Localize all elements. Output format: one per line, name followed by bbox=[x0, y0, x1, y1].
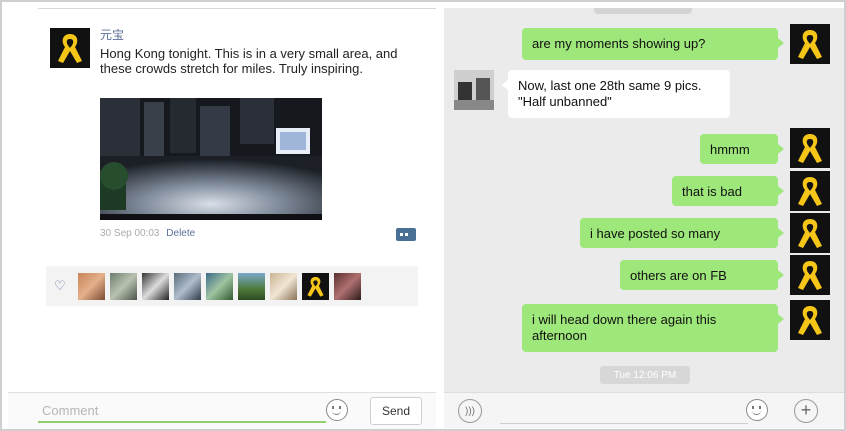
yellow-ribbon-icon bbox=[302, 273, 329, 300]
delete-link[interactable]: Delete bbox=[166, 228, 195, 239]
post-text: Hong Kong tonight. This is in a very sma… bbox=[100, 46, 398, 76]
message-bubble-7[interactable]: i will head down there again this aftern… bbox=[522, 304, 784, 352]
like-avatar-6[interactable] bbox=[238, 273, 265, 300]
heart-icon: ♡ bbox=[54, 278, 66, 293]
yellow-ribbon-icon bbox=[50, 28, 90, 68]
timestamp-stub bbox=[594, 8, 692, 14]
likes-bar: ♡ bbox=[46, 266, 418, 306]
divider bbox=[38, 8, 436, 9]
like-avatar-8[interactable] bbox=[302, 273, 329, 300]
message-input[interactable] bbox=[500, 399, 748, 424]
comment-icon[interactable] bbox=[396, 228, 416, 241]
yellow-ribbon-icon bbox=[790, 128, 830, 168]
post-photo[interactable] bbox=[100, 98, 322, 220]
yellow-ribbon-icon bbox=[790, 255, 830, 295]
post-time: 30 Sep 00:03 bbox=[100, 228, 160, 239]
emoji-icon[interactable] bbox=[746, 399, 768, 421]
plus-icon[interactable]: + bbox=[794, 399, 818, 423]
comment-bar: Send bbox=[8, 392, 436, 429]
like-avatar-7[interactable] bbox=[270, 273, 297, 300]
moments-panel: 元宝 Hong Kong tonight. This is in a very … bbox=[8, 8, 436, 429]
my-avatar[interactable] bbox=[790, 171, 830, 211]
yellow-ribbon-icon bbox=[790, 171, 830, 211]
comment-input[interactable] bbox=[38, 399, 326, 423]
my-avatar[interactable] bbox=[790, 128, 830, 168]
chat-timestamp: Tue 12:06 PM bbox=[600, 366, 690, 384]
message-bubble-1[interactable]: are my moments showing up? bbox=[522, 28, 784, 60]
message-bubble-3[interactable]: hmmm bbox=[700, 134, 784, 164]
crowd-night-photo bbox=[100, 98, 322, 220]
send-button[interactable]: Send bbox=[370, 397, 422, 425]
yellow-ribbon-icon bbox=[790, 300, 830, 340]
my-avatar[interactable] bbox=[790, 300, 830, 340]
message-bubble-4[interactable]: that is bad bbox=[672, 176, 784, 206]
post-author-avatar[interactable] bbox=[50, 28, 90, 68]
like-avatar-4[interactable] bbox=[174, 273, 201, 300]
friend-avatar[interactable] bbox=[454, 70, 494, 110]
like-avatar-5[interactable] bbox=[206, 273, 233, 300]
message-bubble-2[interactable]: Now, last one 28th same 9 pics. "Half un… bbox=[502, 70, 730, 118]
message-bubble-5[interactable]: i have posted so many bbox=[580, 218, 784, 248]
like-avatar-2[interactable] bbox=[110, 273, 137, 300]
voice-icon[interactable]: ))) bbox=[458, 399, 482, 423]
friend-photo bbox=[454, 70, 494, 110]
my-avatar[interactable] bbox=[790, 24, 830, 64]
yellow-ribbon-icon bbox=[790, 24, 830, 64]
emoji-icon[interactable] bbox=[326, 399, 348, 421]
like-avatar-3[interactable] bbox=[142, 273, 169, 300]
chat-input-bar: ))) + bbox=[444, 392, 844, 428]
my-avatar[interactable] bbox=[790, 255, 830, 295]
post-author-name[interactable]: 元宝 bbox=[100, 26, 124, 43]
yellow-ribbon-icon bbox=[790, 213, 830, 253]
message-bubble-6[interactable]: others are on FB bbox=[620, 260, 784, 290]
chat-panel: are my moments showing up? Now, last one… bbox=[444, 8, 844, 428]
my-avatar[interactable] bbox=[790, 213, 830, 253]
like-avatar-1[interactable] bbox=[78, 273, 105, 300]
like-avatar-9[interactable] bbox=[334, 273, 361, 300]
app-frame: 元宝 Hong Kong tonight. This is in a very … bbox=[0, 0, 846, 431]
post-meta: 30 Sep 00:03 Delete bbox=[100, 228, 195, 239]
